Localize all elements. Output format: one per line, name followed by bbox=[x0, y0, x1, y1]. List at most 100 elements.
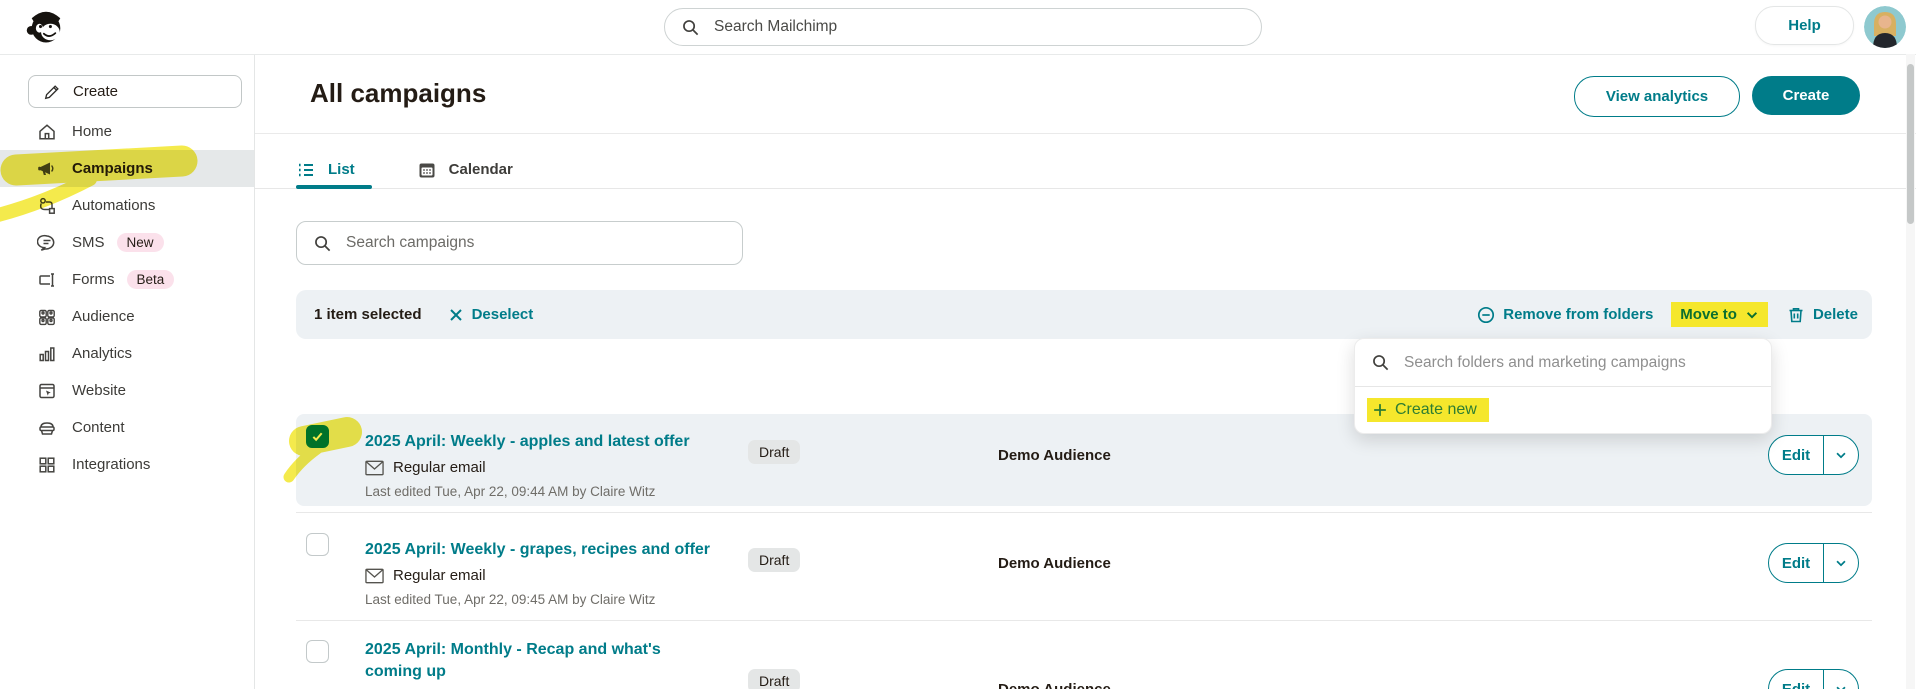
sidebar-nav: Home Campaigns Automations SMS New Forms… bbox=[0, 113, 254, 483]
move-to-dropdown: Create new bbox=[1354, 338, 1772, 434]
campaign-row: 2025 April: Weekly - grapes, recipes and… bbox=[296, 522, 1872, 614]
chevron-down-icon bbox=[1836, 452, 1846, 459]
campaign-name-link[interactable]: 2025 April: Weekly - apples and latest o… bbox=[365, 431, 690, 453]
move-to-label: Move to bbox=[1680, 306, 1737, 323]
edit-button[interactable]: Edit bbox=[1769, 670, 1823, 689]
search-icon bbox=[1373, 355, 1389, 371]
sidebar-item-label: Home bbox=[72, 123, 113, 140]
envelope-icon bbox=[365, 460, 384, 475]
sidebar-item-label: Audience bbox=[72, 308, 135, 325]
global-search bbox=[664, 8, 1262, 46]
campaign-search bbox=[296, 221, 743, 265]
megaphone-icon bbox=[36, 158, 58, 180]
sidebar-item-analytics[interactable]: Analytics bbox=[0, 335, 254, 372]
sidebar-item-label: SMS bbox=[72, 234, 105, 251]
deselect-label: Deselect bbox=[471, 306, 534, 323]
chevron-down-icon bbox=[1836, 686, 1846, 689]
sidebar-item-home[interactable]: Home bbox=[0, 113, 254, 150]
sidebar-item-label: Automations bbox=[72, 197, 156, 214]
automations-icon bbox=[36, 195, 58, 217]
beta-badge: Beta bbox=[126, 270, 175, 289]
row-checkbox[interactable] bbox=[306, 640, 329, 663]
envelope-icon bbox=[365, 568, 384, 583]
sidebar-item-integrations[interactable]: Integrations bbox=[0, 446, 254, 483]
folder-search-input[interactable] bbox=[1402, 352, 1755, 373]
sidebar-item-label: Forms bbox=[72, 271, 115, 288]
status-badge: Draft bbox=[748, 440, 801, 464]
home-icon bbox=[36, 121, 58, 143]
help-button[interactable]: Help bbox=[1755, 6, 1854, 45]
campaign-type: Regular email bbox=[393, 567, 486, 584]
user-avatar[interactable] bbox=[1864, 6, 1906, 48]
sidebar-item-label: Content bbox=[72, 419, 125, 436]
edit-split-button: Edit bbox=[1768, 543, 1859, 583]
selected-count: 1 item selected bbox=[314, 306, 422, 323]
bar-chart-icon bbox=[36, 343, 58, 365]
last-edited-text: Last edited Tue, Apr 22, 09:45 AM by Cla… bbox=[365, 592, 656, 607]
remove-from-folders-button[interactable]: Remove from folders bbox=[1476, 305, 1653, 325]
edit-dropdown-toggle[interactable] bbox=[1823, 670, 1858, 689]
delete-button[interactable]: Delete bbox=[1786, 305, 1858, 325]
sidebar-create-button[interactable]: Create bbox=[28, 75, 242, 108]
sidebar-item-forms[interactable]: Forms Beta bbox=[0, 261, 254, 298]
deselect-button[interactable]: Deselect bbox=[448, 306, 534, 323]
view-tabs: List Calendar bbox=[296, 150, 513, 189]
selection-bar: 1 item selected Deselect Remove from fol… bbox=[296, 290, 1872, 339]
sidebar-item-label: Campaigns bbox=[72, 160, 153, 177]
mailchimp-logo-icon[interactable] bbox=[24, 4, 68, 48]
edit-button[interactable]: Edit bbox=[1769, 544, 1823, 582]
status-badge: Draft bbox=[748, 548, 801, 572]
folder-search bbox=[1355, 339, 1771, 387]
tab-calendar-label: Calendar bbox=[448, 161, 513, 178]
campaign-search-input[interactable] bbox=[344, 233, 726, 253]
sidebar-item-label: Website bbox=[72, 382, 126, 399]
close-icon bbox=[449, 308, 462, 321]
edit-split-button: Edit bbox=[1768, 435, 1859, 475]
new-badge: New bbox=[116, 233, 164, 252]
create-new-folder-button[interactable]: Create new bbox=[1355, 387, 1771, 433]
sidebar-item-audience[interactable]: Audience bbox=[0, 298, 254, 335]
last-edited-text: Last edited Tue, Apr 22, 09:44 AM by Cla… bbox=[365, 484, 656, 499]
row-checkbox-checked[interactable] bbox=[306, 425, 329, 448]
edit-button[interactable]: Edit bbox=[1769, 436, 1823, 474]
sidebar: Create Home Campaigns Automations SMS Ne… bbox=[0, 54, 255, 689]
sidebar-item-content[interactable]: Content bbox=[0, 409, 254, 446]
edit-dropdown-toggle[interactable] bbox=[1823, 544, 1858, 582]
view-analytics-button[interactable]: View analytics bbox=[1574, 76, 1740, 117]
sidebar-item-website[interactable]: Website bbox=[0, 372, 254, 409]
tab-list[interactable]: List bbox=[296, 160, 355, 180]
calendar-icon bbox=[419, 163, 435, 177]
main-content: All campaigns View analytics Create List… bbox=[254, 54, 1916, 689]
sidebar-item-sms[interactable]: SMS New bbox=[0, 224, 254, 261]
sidebar-item-label: Analytics bbox=[72, 345, 133, 362]
campaign-name-link[interactable]: 2025 April: Monthly - Recap and what's c… bbox=[365, 639, 695, 683]
row-divider bbox=[296, 512, 1872, 513]
campaign-type: Regular email bbox=[393, 459, 486, 476]
integrations-icon bbox=[36, 454, 58, 476]
create-campaign-button[interactable]: Create bbox=[1752, 76, 1860, 115]
campaign-row: 2025 April: Monthly - Recap and what's c… bbox=[296, 629, 1872, 689]
minus-circle-icon bbox=[1478, 306, 1495, 323]
row-checkbox[interactable] bbox=[306, 533, 329, 556]
trash-icon bbox=[1789, 307, 1803, 322]
audience-name: Demo Audience bbox=[998, 447, 1111, 464]
content-icon bbox=[36, 417, 58, 439]
create-label: Create bbox=[73, 83, 119, 100]
create-new-label: Create new bbox=[1395, 401, 1477, 418]
plus-icon bbox=[1374, 404, 1386, 416]
global-search-input[interactable] bbox=[712, 17, 1245, 37]
tab-list-label: List bbox=[328, 161, 355, 178]
search-icon bbox=[683, 19, 699, 35]
campaign-name-link[interactable]: 2025 April: Weekly - grapes, recipes and… bbox=[365, 539, 710, 561]
active-tab-indicator bbox=[296, 185, 372, 189]
sms-icon bbox=[36, 232, 58, 254]
sidebar-item-campaigns[interactable]: Campaigns bbox=[0, 150, 254, 187]
scrollbar-thumb[interactable] bbox=[1907, 64, 1914, 224]
edit-dropdown-toggle[interactable] bbox=[1823, 436, 1858, 474]
sidebar-item-automations[interactable]: Automations bbox=[0, 187, 254, 224]
move-to-button[interactable]: Move to bbox=[1671, 302, 1768, 327]
chevron-down-icon bbox=[1746, 311, 1758, 319]
sidebar-item-label: Integrations bbox=[72, 456, 151, 473]
tab-calendar[interactable]: Calendar bbox=[417, 160, 513, 180]
search-icon bbox=[315, 235, 331, 251]
